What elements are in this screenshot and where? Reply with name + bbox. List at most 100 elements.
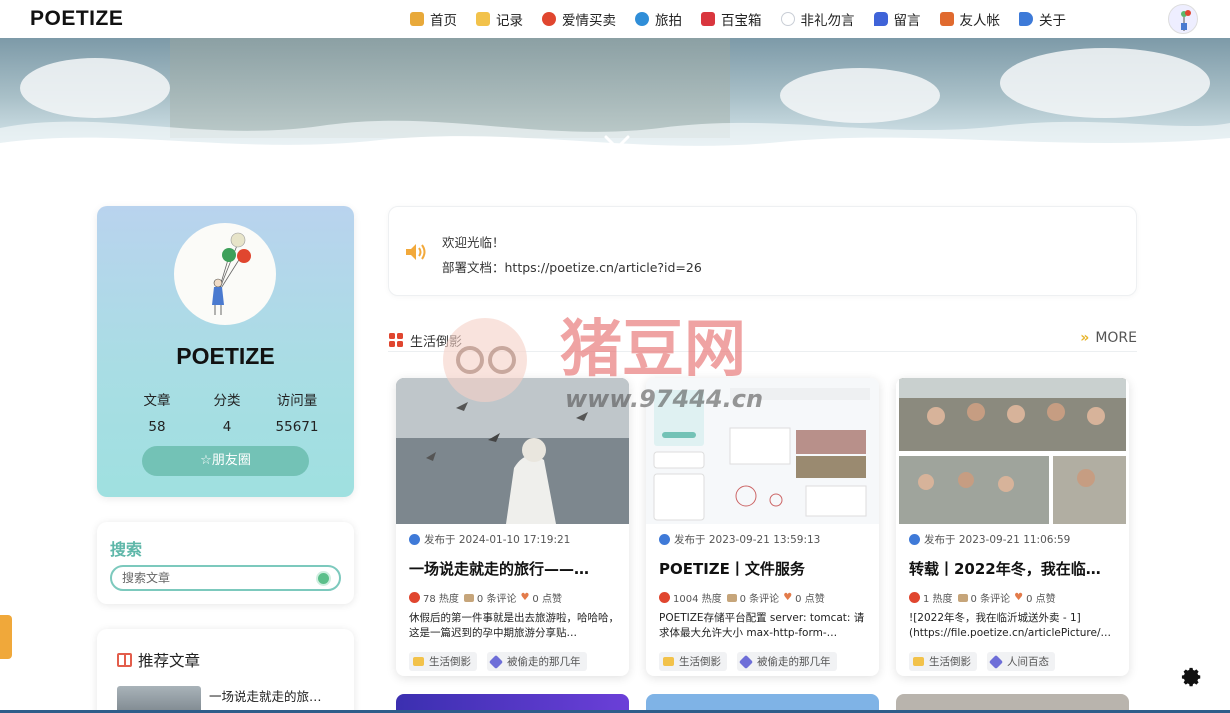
tag-label: 被偷走的那几年 xyxy=(757,656,831,668)
nav-item-toolbox[interactable]: 百宝箱 xyxy=(701,9,762,29)
nav-item-label: 记录 xyxy=(496,13,523,29)
article-card[interactable]: 发布于 2023-09-21 11:06:59 转载丨2022年冬，我在临… 1… xyxy=(896,378,1129,676)
heat-count: 78 热度 xyxy=(423,594,459,605)
tag-label: 生活倒影 xyxy=(429,656,471,668)
recommend-item-title[interactable]: 一场说走就走的旅… xyxy=(209,686,322,705)
nav-item-love[interactable]: 爱情买卖 xyxy=(542,9,616,29)
article-thumbnail[interactable] xyxy=(396,378,629,524)
nav-item-label: 爱情买卖 xyxy=(562,13,616,29)
article-excerpt: ![2022年冬，我在临沂城送外卖 - 1](https://file.poet… xyxy=(909,612,1112,639)
nav-item-chat[interactable]: 非礼勿言 xyxy=(780,9,855,29)
calendar-icon xyxy=(409,534,420,545)
nav-item-label: 旅拍 xyxy=(655,13,682,29)
label-tag[interactable]: 人间百态 xyxy=(987,652,1055,671)
article-date: 发布于 2023-09-21 11:06:59 xyxy=(909,532,1070,547)
speech-bubble-icon xyxy=(780,12,795,26)
grid-icon xyxy=(389,333,403,347)
article-date: 发布于 2024-01-10 17:19:21 xyxy=(409,532,570,547)
gear-icon[interactable] xyxy=(1181,666,1203,688)
nav-item-travel[interactable]: 旅拍 xyxy=(635,9,682,29)
nav-item-label: 百宝箱 xyxy=(721,13,762,29)
search-input[interactable] xyxy=(122,569,307,587)
nav-menu: 首页 记录 爱情买卖 旅拍 百宝箱 非礼勿言 留言 友人帐 关于 xyxy=(410,0,1085,38)
fire-icon xyxy=(909,592,920,603)
nav-item-message[interactable]: 留言 xyxy=(873,9,921,29)
category-tag[interactable]: 生活倒影 xyxy=(659,652,727,671)
double-chevron-icon: » xyxy=(1080,330,1090,346)
article-stats: 1004 热度 0 条评论 ♥ 0 点赞 xyxy=(659,590,825,605)
tag-label: 被偷走的那几年 xyxy=(507,656,581,668)
article-thumbnail[interactable] xyxy=(646,378,879,524)
article-card[interactable]: 发布于 2023-09-21 13:59:13 POETIZE丨文件服务 100… xyxy=(646,378,879,676)
heart-icon: ♥ xyxy=(520,592,530,603)
tag-label: 生活倒影 xyxy=(679,656,721,668)
like-count: 0 点赞 xyxy=(532,594,562,605)
article-date-text: 发布于 2024-01-10 17:19:21 xyxy=(424,534,571,546)
profile-stats: 文章 58 分类 4 访问量 55671 xyxy=(127,389,327,435)
calendar-icon xyxy=(659,534,670,545)
label-tag[interactable]: 被偷走的那几年 xyxy=(487,652,587,671)
article-date-text: 发布于 2023-09-21 11:06:59 xyxy=(924,534,1071,546)
nav-item-about[interactable]: 关于 xyxy=(1019,9,1066,29)
top-navbar: POETIZE 首页 记录 爱情买卖 旅拍 百宝箱 非礼勿言 留言 友人帐 关于 xyxy=(0,0,1230,38)
stat-categories[interactable]: 分类 4 xyxy=(197,389,257,435)
article-excerpt: POETIZE存储平台配置 server: tomcat: 请求体最大允许大小 … xyxy=(659,612,865,639)
article-title[interactable]: 一场说走就走的旅行——… xyxy=(409,558,619,579)
nav-item-records[interactable]: 记录 xyxy=(476,9,523,29)
article-title[interactable]: POETIZE丨文件服务 xyxy=(659,558,869,579)
hero-banner xyxy=(0,38,1230,170)
friend-circle-button[interactable]: ☆朋友圈 xyxy=(142,446,309,476)
note-icon xyxy=(476,12,490,26)
tag-label: 生活倒影 xyxy=(929,656,971,668)
book-icon xyxy=(117,653,132,667)
label-tag[interactable]: 被偷走的那几年 xyxy=(737,652,837,671)
nav-item-label: 友人帐 xyxy=(959,13,1001,29)
comment-icon xyxy=(726,593,737,602)
calendar-icon xyxy=(909,534,920,545)
profile-name: POETIZE xyxy=(176,343,275,369)
globe-icon xyxy=(635,12,649,26)
nav-item-friends[interactable]: 友人帐 xyxy=(939,9,1001,29)
more-link[interactable]: » MORE xyxy=(1080,330,1137,346)
love-icon xyxy=(542,12,556,26)
comment-icon xyxy=(957,593,968,602)
side-tab[interactable] xyxy=(0,615,12,659)
chevron-down-icon[interactable] xyxy=(603,133,631,153)
article-card[interactable]: 发布于 2024-01-10 17:19:21 一场说走就走的旅行——… 78 … xyxy=(396,378,629,676)
folder-icon xyxy=(663,657,674,666)
search-submit-icon[interactable] xyxy=(316,571,331,586)
comment-count: 0 条评论 xyxy=(739,594,780,605)
article-title[interactable]: 转载丨2022年冬，我在临… xyxy=(909,558,1119,579)
notice-line-welcome: 欢迎光临！ xyxy=(442,235,505,250)
nav-item-label: 非礼勿言 xyxy=(800,13,855,29)
stat-value: 4 xyxy=(222,419,232,435)
nav-item-home[interactable]: 首页 xyxy=(410,9,457,29)
section-header: 生活倒影 » MORE xyxy=(388,330,1137,352)
speaker-icon xyxy=(406,244,426,260)
fire-icon xyxy=(659,592,670,603)
stat-label: 分类 xyxy=(213,393,241,409)
stat-visits: 访问量 55671 xyxy=(267,389,327,435)
article-stats: 1 热度 0 条评论 ♥ 0 点赞 xyxy=(909,590,1056,605)
recommend-header: 推荐文章 xyxy=(117,649,200,671)
tag-icon xyxy=(738,654,754,669)
heat-count: 1 热度 xyxy=(923,594,953,605)
recommend-thumbnail[interactable] xyxy=(117,686,201,713)
like-count: 0 点赞 xyxy=(795,594,825,605)
comment-count: 0 条评论 xyxy=(476,594,517,605)
site-logo[interactable]: POETIZE xyxy=(30,7,123,31)
category-tag[interactable]: 生活倒影 xyxy=(909,652,977,671)
stat-value: 55671 xyxy=(275,419,319,435)
user-avatar[interactable] xyxy=(1168,4,1198,34)
message-icon xyxy=(873,12,888,26)
article-excerpt: 休假后的第一件事就是出去旅游啦，哈哈哈，这是一篇迟到的孕中期旅游分享贴… xyxy=(409,612,619,639)
comment-icon xyxy=(463,593,474,602)
nav-item-label: 留言 xyxy=(893,13,921,29)
folder-icon xyxy=(913,657,924,666)
article-thumbnail[interactable] xyxy=(896,378,1129,524)
notice-line-docs[interactable]: 部署文档：https://poetize.cn/article?id=26 xyxy=(442,257,702,276)
stat-articles[interactable]: 文章 58 xyxy=(127,389,187,435)
category-tag[interactable]: 生活倒影 xyxy=(409,652,477,671)
search-title: 搜索 xyxy=(110,540,143,559)
folder-icon xyxy=(413,657,424,666)
